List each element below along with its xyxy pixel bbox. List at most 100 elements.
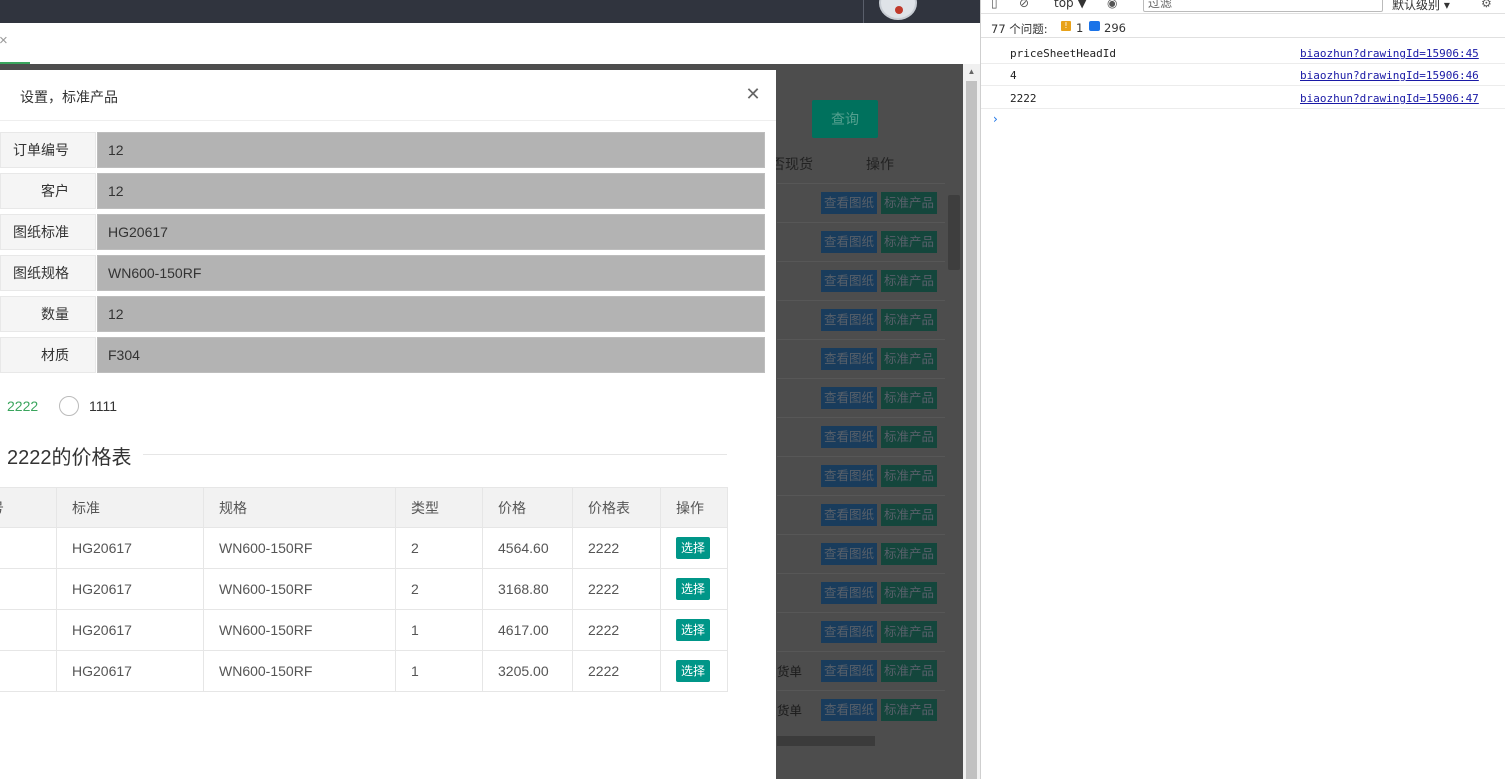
bg-view-drawing-button: 查看图纸 [821, 309, 878, 331]
radio-option-label[interactable]: 1111 [89, 398, 117, 414]
bg-row-divider [777, 261, 945, 262]
log-entry: 2222 biaozhun?drawingId=15906:47 [981, 87, 1505, 109]
order-no-field[interactable]: 12 [97, 132, 765, 168]
customer-field[interactable]: 12 [97, 173, 765, 209]
bg-standard-product-button: 标准产品 [881, 582, 938, 604]
table-cell: HG20617 [56, 609, 204, 651]
table-cell: 61 [0, 527, 57, 569]
bg-standard-product-button: 标准产品 [881, 231, 938, 253]
table-cell: 2 [395, 568, 483, 610]
quantity-field[interactable]: 12 [97, 296, 765, 332]
bg-view-drawing-button: 查看图纸 [821, 231, 878, 253]
page-scrollbar-thumb[interactable] [966, 81, 977, 779]
bg-side-text: 货单 [777, 704, 803, 718]
top-header [0, 0, 980, 23]
close-icon[interactable]: ✕ [745, 85, 761, 103]
context-selector[interactable]: top ▼ [1054, 0, 1087, 10]
bg-standard-product-button: 标准产品 [881, 387, 938, 409]
table-row: 42HG20617WN600-150RF23168.802222 选择 [0, 568, 728, 610]
col-header: 标准 [56, 487, 204, 528]
table-cell: WN600-150RF [203, 609, 396, 651]
table-cell-action: 选择 [660, 568, 728, 610]
eye-icon[interactable]: ◉ [1107, 0, 1117, 10]
table-cell: 1 [395, 609, 483, 651]
table-cell: 2 [395, 527, 483, 569]
bg-view-drawing-button: 查看图纸 [821, 660, 878, 682]
select-button[interactable]: 选择 [676, 619, 711, 641]
table-header-row: 编号 标准 规格 类型 价格 价格表 操作 [0, 487, 728, 528]
dialog-divider [0, 120, 776, 121]
col-header: 操作 [660, 487, 728, 528]
form-row-material: 材质 F304 [0, 337, 765, 373]
bg-side-text: 货单 [777, 665, 803, 679]
section-divider [143, 454, 727, 455]
material-field[interactable]: F304 [97, 337, 765, 373]
table-cell: 3205.00 [482, 650, 573, 692]
bg-view-drawing-button: 查看图纸 [821, 192, 878, 214]
form-row-customer: 客户 12 [0, 173, 765, 209]
drawing-spec-field[interactable]: WN600-150RF [97, 255, 765, 291]
bg-standard-product-button: 标准产品 [881, 543, 938, 565]
price-table-title: 2222的价格表 [7, 447, 132, 469]
select-button[interactable]: 选择 [676, 660, 711, 682]
header-divider [863, 0, 864, 23]
table-cell: 42 [0, 568, 57, 610]
form-label: 材质 [0, 337, 96, 373]
gear-icon[interactable]: ⚙ [1481, 0, 1492, 10]
console-prompt[interactable]: › [993, 112, 998, 126]
select-button[interactable]: 选择 [676, 537, 711, 559]
bg-view-drawing-button: 查看图纸 [821, 348, 878, 370]
select-button[interactable]: 选择 [676, 578, 711, 600]
bg-standard-product-button: 标准产品 [881, 426, 938, 448]
table-cell: WN600-150RF [203, 650, 396, 692]
log-entry: 4 biaozhun?drawingId=15906:46 [981, 64, 1505, 86]
drawing-standard-field[interactable]: HG20617 [97, 214, 765, 250]
filter-input[interactable]: 过滤 [1143, 0, 1383, 12]
log-message: 4 [1010, 69, 1017, 82]
form-label: 图纸规格 [0, 255, 96, 291]
table-cell-action: 选择 [660, 527, 728, 569]
bg-view-drawing-button: 查看图纸 [821, 621, 878, 643]
log-source-link[interactable]: biaozhun?drawingId=15906:45 [1300, 47, 1479, 60]
form-label: 数量 [0, 296, 96, 332]
console-toolbar: ▯ ⊘ top ▼ ◉ 过滤 默认级别 ▾ ⚙ [981, 0, 1505, 14]
bg-row-divider [777, 183, 945, 184]
bg-row-divider [777, 222, 945, 223]
form-row-order-no: 订单编号 12 [0, 132, 765, 168]
bg-col-spot: 否现货 [771, 156, 813, 172]
table-cell-action: 选择 [660, 650, 728, 692]
table-cell: 61 [0, 609, 57, 651]
table-cell: HG20617 [56, 527, 204, 569]
col-header: 规格 [203, 487, 396, 528]
col-header: 类型 [395, 487, 483, 528]
form-row-drawing-spec: 图纸规格 WN600-150RF [0, 255, 765, 291]
table-cell: WN600-150RF [203, 568, 396, 610]
clear-console-icon[interactable]: ⊘ [1019, 0, 1029, 10]
scroll-up-icon[interactable]: ▲ [966, 67, 977, 76]
form-row-drawing-standard: 图纸标准 HG20617 [0, 214, 765, 250]
bg-row-divider [777, 417, 945, 418]
log-entry: priceSheetHeadId biaozhun?drawingId=1590… [981, 42, 1505, 64]
bg-view-drawing-button: 查看图纸 [821, 426, 878, 448]
log-source-link[interactable]: biaozhun?drawingId=15906:47 [1300, 92, 1479, 105]
bg-horizontal-scrollbar [777, 736, 875, 746]
bg-row-divider [777, 339, 945, 340]
bg-row-divider [777, 690, 945, 691]
web-app: × 查询 否现货 操作 查看图纸 标准产品 查看图纸 标准产品 查看图纸 标准产品 查看图纸… [0, 0, 980, 779]
bg-query-button: 查询 [812, 100, 878, 138]
user-avatar[interactable] [879, 0, 917, 20]
tabs-bar [0, 23, 980, 64]
table-cell-action: 选择 [660, 609, 728, 651]
form-label: 客户 [0, 173, 96, 209]
sidebar-toggle-icon[interactable]: ▯ [991, 0, 998, 10]
radio-circle-icon[interactable] [59, 396, 79, 416]
tab-close-icon[interactable]: × [0, 33, 13, 48]
bg-standard-product-button: 标准产品 [881, 504, 938, 526]
radio-option-selected[interactable]: 2222 [7, 398, 38, 414]
log-level-dropdown[interactable]: 默认级别 ▾ [1392, 0, 1450, 13]
bg-view-drawing-button: 查看图纸 [821, 270, 878, 292]
issues-count-text: 77 个问题: [991, 22, 1048, 36]
bg-view-drawing-button: 查看图纸 [821, 387, 878, 409]
log-source-link[interactable]: biaozhun?drawingId=15906:46 [1300, 69, 1479, 82]
issues-bar[interactable]: 77 个问题: ! 1 296 [981, 17, 1505, 38]
